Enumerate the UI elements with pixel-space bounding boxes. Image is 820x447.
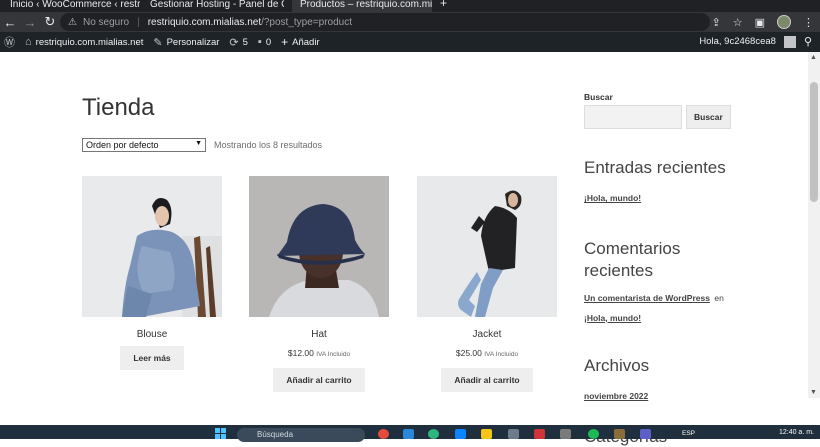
profile-avatar[interactable] <box>777 15 791 29</box>
recent-posts-title: Entradas recientes <box>584 158 726 177</box>
sort-selected-value: Orden por defecto <box>86 140 159 150</box>
brush-icon: ✎ <box>153 36 163 49</box>
recent-comments-title: Comentarios recientes <box>584 239 681 280</box>
search-icon[interactable]: ⚲ <box>804 35 812 48</box>
page-scrollbar[interactable]: ▲ ▼ <box>808 52 820 398</box>
back-icon[interactable]: ← <box>0 15 20 30</box>
tab-products[interactable]: Productos – restriquio.com.miali× <box>292 0 432 12</box>
recent-post-link[interactable]: ¡Hola, mundo! <box>584 193 641 203</box>
scroll-up-icon[interactable]: ▲ <box>810 54 817 61</box>
share-icon[interactable]: ⇪ <box>712 16 721 29</box>
sidebar-toggle-icon[interactable]: ▣ <box>755 16 765 29</box>
product-card: Hat $12.00 IVA Incluido Añadir al carrit… <box>249 176 389 392</box>
clock[interactable]: 12:40 a. m. <box>779 429 814 436</box>
url-bar[interactable]: ⚠ No seguro | restriquio.com.mialias.net… <box>60 13 710 31</box>
product-image[interactable] <box>249 176 389 317</box>
plus-icon: + <box>281 35 289 49</box>
comment-icon: ▪ <box>257 36 262 48</box>
app-icon[interactable] <box>560 429 571 439</box>
product-card: Jacket $25.00 IVA Incluido Añadir al car… <box>417 176 557 392</box>
archives-title: Archivos <box>584 355 650 375</box>
page-content: Tienda Orden por defecto ▼ Mostrando los… <box>0 52 808 446</box>
tax-note: IVA Incluido <box>484 351 519 358</box>
app-icon[interactable] <box>640 429 651 439</box>
product-price: $12.00 IVA Incluido <box>249 348 389 358</box>
star-icon[interactable]: ☆ <box>733 16 743 29</box>
forward-icon[interactable]: → <box>20 15 40 30</box>
app-icon[interactable] <box>534 429 545 439</box>
comment-author-link[interactable]: Un comentarista de WordPress <box>584 293 710 303</box>
settings-icon[interactable] <box>508 429 519 439</box>
sort-select[interactable]: Orden por defecto ▼ <box>82 138 206 152</box>
price-amount: $12.00 <box>287 348 314 358</box>
admin-site-name: restriquio.com.mialias.net <box>35 36 144 48</box>
result-count: Mostrando los 8 resultados <box>214 140 323 150</box>
search-input[interactable] <box>584 105 682 129</box>
menu-dots-icon[interactable]: ⋮ <box>803 16 814 29</box>
admin-greeting[interactable]: Hola, 9c2468cea8 <box>699 36 776 47</box>
admin-customize-label: Personalizar <box>166 36 220 48</box>
admin-new-label: Añadir <box>292 36 320 48</box>
updates-count: 5 <box>242 36 248 48</box>
home-icon: ⌂ <box>25 36 32 48</box>
address-toolbar: ← → ↻ ⚠ No seguro | restriquio.com.miali… <box>0 12 820 32</box>
search-label: Buscar <box>584 92 613 102</box>
product-name[interactable]: Blouse <box>82 329 222 340</box>
security-label: No seguro <box>82 16 130 28</box>
language-indicator[interactable]: ESP <box>682 430 695 437</box>
product-image[interactable] <box>417 176 557 317</box>
product-card: Blouse Leer más <box>82 176 222 370</box>
admin-site-link[interactable]: ⌂ restriquio.com.mialias.net <box>25 36 143 48</box>
admin-avatar[interactable] <box>783 35 796 48</box>
os-taskbar: Búsqueda ESP 12:40 a. m. <box>0 425 820 442</box>
browser-tab-strip: Inicio ‹ WooCommerce ‹ restriqu× Gestion… <box>0 0 820 12</box>
comment-post-link[interactable]: ¡Hola, mundo! <box>584 313 641 323</box>
wp-admin-bar: Ⓦ ⌂ restriquio.com.mialias.net ✎ Persona… <box>0 32 820 52</box>
admin-updates-link[interactable]: ⟳ 5 <box>229 36 248 49</box>
tab-label: Productos – restriquio.com.miali <box>300 0 432 10</box>
search-button[interactable]: Buscar <box>686 105 731 129</box>
scrollbar-thumb[interactable] <box>810 82 818 202</box>
tab-label: Gestionar Hosting - Panel de Co <box>150 0 284 10</box>
updates-icon: ⟳ <box>229 36 239 49</box>
admin-comments-link[interactable]: ▪ 0 <box>258 36 271 48</box>
comment-on-text: en <box>714 292 724 303</box>
add-to-cart-button[interactable]: Añadir al carrito <box>441 368 533 392</box>
url-path: /?post_type=product <box>261 16 352 28</box>
url-host: restriquio.com.mialias.net <box>147 16 262 28</box>
folder-icon[interactable] <box>481 429 492 439</box>
page-title: Tienda <box>82 94 155 121</box>
windows-start-icon[interactable] <box>215 428 227 439</box>
read-more-button[interactable]: Leer más <box>120 346 184 370</box>
taskbar-search-placeholder: Búsqueda <box>257 430 294 439</box>
chevron-down-icon: ▼ <box>195 140 202 147</box>
tab-label: Inicio ‹ WooCommerce ‹ restriqu <box>10 0 140 10</box>
sidebar: Buscar Buscar Entradas recientes ¡Hola, … <box>584 92 804 447</box>
add-to-cart-button[interactable]: Añadir al carrito <box>273 368 365 392</box>
admin-new-link[interactable]: + Añadir <box>281 35 319 49</box>
product-image[interactable] <box>82 176 222 317</box>
comments-count: 0 <box>265 36 272 48</box>
store-icon[interactable] <box>455 429 466 439</box>
scroll-down-icon[interactable]: ▼ <box>810 389 817 396</box>
chrome-icon[interactable] <box>378 429 389 439</box>
product-name[interactable]: Jacket <box>417 329 557 340</box>
wordpress-logo-icon[interactable]: Ⓦ <box>4 34 15 50</box>
tab-woocommerce-home[interactable]: Inicio ‹ WooCommerce ‹ restriqu× <box>10 0 140 12</box>
product-name[interactable]: Hat <box>249 329 389 340</box>
warning-icon[interactable]: ⚠ <box>68 17 77 28</box>
edge-icon[interactable] <box>428 429 439 439</box>
archive-month-link[interactable]: noviembre 2022 <box>584 391 648 401</box>
reload-icon[interactable]: ↻ <box>40 14 60 30</box>
new-tab-icon[interactable]: + <box>440 0 447 10</box>
price-amount: $25.00 <box>455 348 482 358</box>
spotify-icon[interactable] <box>588 429 599 439</box>
tab-hosting-panel[interactable]: Gestionar Hosting - Panel de Co× <box>150 0 284 12</box>
taskbar-search[interactable]: Búsqueda <box>237 428 365 442</box>
admin-customize-link[interactable]: ✎ Personalizar <box>153 36 219 49</box>
product-price: $25.00 IVA Incluido <box>417 348 557 358</box>
app-icon[interactable] <box>614 429 625 439</box>
app-icon[interactable] <box>403 429 414 439</box>
tax-note: IVA Incluido <box>316 351 351 358</box>
